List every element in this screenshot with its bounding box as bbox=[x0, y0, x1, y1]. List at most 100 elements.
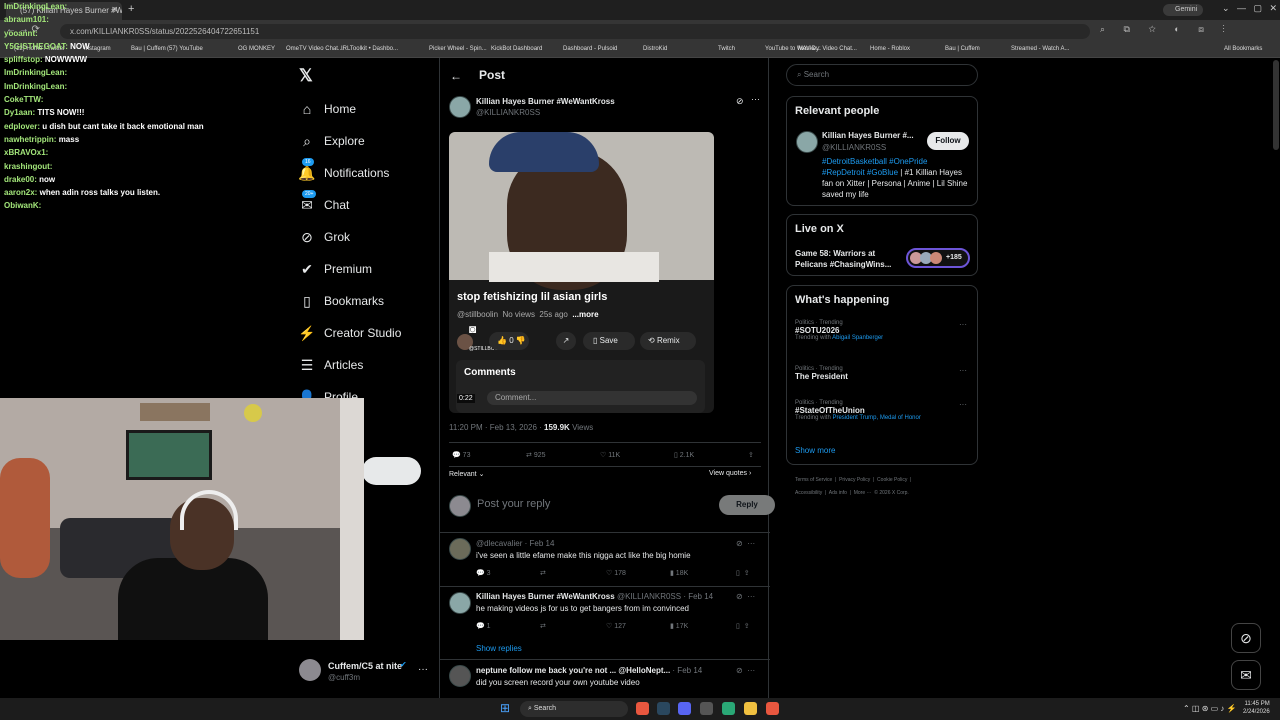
reply-reposts[interactable]: ⇄ bbox=[540, 622, 546, 630]
person-handle[interactable]: @KILLIANKR0SS bbox=[822, 143, 886, 152]
trend-more-icon[interactable]: ··· bbox=[959, 320, 967, 329]
browser-actions-icon[interactable]: ⌕ ⧉ ☆ ◐ ⧈ ⋮ bbox=[1100, 24, 1233, 35]
obs-icon[interactable] bbox=[700, 702, 713, 715]
account-menu-icon[interactable]: ··· bbox=[418, 664, 428, 675]
bookmark-item[interactable]: Streamed - Watch A... bbox=[1011, 46, 1069, 52]
steam-icon[interactable] bbox=[657, 702, 670, 715]
post-more-icon[interactable]: ··· bbox=[751, 94, 760, 104]
footer-links[interactable]: Terms of Service | Privacy Policy | Cook… bbox=[795, 477, 911, 483]
grok-icon[interactable]: ⊘ ··· bbox=[736, 666, 755, 675]
trend-item[interactable]: Politics · Trending The President ··· bbox=[795, 366, 971, 381]
reply-bookmark-share[interactable]: ▯ ⇪ bbox=[736, 622, 750, 630]
listener-avatar bbox=[930, 252, 942, 264]
reply-bookmark-share[interactable]: ▯ ⇪ bbox=[736, 569, 750, 577]
taskbar-clock[interactable]: 11:45 PM 2/24/2026 bbox=[1243, 700, 1270, 716]
trend-more-icon[interactable]: ··· bbox=[959, 366, 967, 375]
live-listeners[interactable]: +185 bbox=[906, 248, 970, 268]
person-avatar[interactable] bbox=[796, 131, 818, 153]
bookmark-item[interactable]: Monkey: Video Chat... bbox=[798, 46, 857, 52]
reply-views[interactable]: ▮ 18K bbox=[670, 569, 688, 577]
bookmark-item[interactable]: DistroKid bbox=[643, 46, 667, 52]
video-meta: @stillboolin No views 25s ago ...more bbox=[457, 310, 599, 319]
person-name[interactable]: Killian Hayes Burner #... bbox=[822, 131, 914, 140]
reply-views[interactable]: ▮ 17K bbox=[670, 622, 688, 630]
trend-item[interactable]: Politics · Trending #StateOfTheUnion Tre… bbox=[795, 400, 971, 421]
messages-fab-icon[interactable]: ✉ bbox=[1231, 660, 1261, 690]
reply-likes[interactable]: ♡ 127 bbox=[606, 622, 626, 630]
reply-avatar[interactable] bbox=[449, 665, 471, 687]
reply-replies[interactable]: 💬 1 bbox=[476, 622, 491, 630]
chat-text: TITS NOW!!! bbox=[37, 108, 85, 118]
chrome-icon[interactable] bbox=[636, 702, 649, 715]
tray-icons[interactable]: ⌃ ◫ ⊛ ▭ ♪ ⚡ bbox=[1183, 704, 1237, 713]
video-thumbnail[interactable] bbox=[449, 132, 714, 290]
reply-likes[interactable]: ♡ 178 bbox=[606, 569, 626, 577]
taskbar-search[interactable]: ⌕ Search bbox=[520, 701, 628, 717]
windows-start-icon[interactable]: ⊞ bbox=[500, 701, 510, 715]
reply-button[interactable]: Reply bbox=[719, 495, 775, 515]
view-quotes-link[interactable]: View quotes › bbox=[709, 470, 751, 477]
video-time: 0:22 bbox=[457, 394, 475, 403]
scrollbar[interactable] bbox=[1273, 60, 1279, 150]
back-arrow-icon[interactable]: ← bbox=[450, 69, 462, 83]
bookmark-item[interactable]: IRLToolkit • Dashbo... bbox=[341, 46, 398, 52]
x-logo-icon[interactable]: 𝕏 bbox=[299, 66, 313, 86]
grok-icon[interactable]: ⊘ bbox=[736, 96, 744, 107]
trend-item[interactable]: Politics · Trending #SOTU2026 Trending w… bbox=[795, 320, 971, 341]
video-remix-button[interactable]: ⟲ Remix bbox=[640, 332, 696, 350]
bookmark-item[interactable]: Twitch bbox=[718, 46, 735, 52]
post-button[interactable] bbox=[362, 457, 421, 485]
author-name[interactable]: Killian Hayes Burner #WeWantKross bbox=[476, 97, 615, 106]
show-more-link[interactable]: Show more bbox=[795, 446, 835, 455]
reply-reposts[interactable]: ⇄ bbox=[540, 569, 546, 577]
window-controls[interactable]: ⌄ — ▢ ✕ bbox=[1222, 3, 1277, 14]
reply-input[interactable]: Post your reply bbox=[477, 498, 550, 510]
author-avatar[interactable] bbox=[449, 96, 471, 118]
chat-username: CokeTTW: bbox=[4, 95, 44, 105]
like-count[interactable]: ♡ 11K bbox=[600, 451, 620, 459]
reply-replies[interactable]: 💬 3 bbox=[476, 569, 491, 577]
bookmark-item[interactable]: Picker Wheel - Spin... bbox=[429, 46, 487, 52]
gemini-button[interactable]: Gemini bbox=[1163, 4, 1203, 16]
chat-message: Y5GISTHEGOAT: NOW bbox=[4, 40, 294, 53]
all-bookmarks[interactable]: All Bookmarks bbox=[1224, 46, 1262, 52]
comment-input[interactable]: Comment... bbox=[487, 391, 697, 405]
reply-avatar[interactable] bbox=[449, 592, 471, 614]
bookmark-item[interactable]: Home - Roblox bbox=[870, 46, 910, 52]
app-icon[interactable] bbox=[722, 702, 735, 715]
follow-button[interactable]: Follow bbox=[927, 132, 969, 150]
reply-avatar[interactable] bbox=[449, 538, 471, 560]
bookmark-item[interactable]: KickBot Dashboard bbox=[491, 46, 542, 52]
video-share-button[interactable]: ↗ bbox=[556, 332, 576, 350]
footer-links-2[interactable]: Accessibility | Ads info | More ··· © 20… bbox=[795, 490, 909, 496]
folder-icon[interactable] bbox=[744, 702, 757, 715]
video-like-button[interactable]: 👍 0 👎 bbox=[489, 332, 529, 350]
relevant-sort[interactable]: Relevant ⌄ bbox=[449, 470, 484, 478]
author-handle[interactable]: @KILLIANKR0SS bbox=[476, 108, 540, 117]
listener-count: +185 bbox=[946, 254, 962, 261]
live-event[interactable]: Game 58: Warriors at Pelicans #ChasingWi… bbox=[795, 248, 903, 270]
discord-icon[interactable] bbox=[678, 702, 691, 715]
post-header-title: Post bbox=[479, 68, 506, 82]
video-save-button[interactable]: ▯ Save bbox=[583, 332, 635, 350]
reply-count[interactable]: 💬 73 bbox=[452, 451, 470, 459]
search-icon: ⌕ bbox=[797, 70, 802, 79]
grok-fab-icon[interactable]: ⊘ bbox=[1231, 623, 1261, 653]
bookmark-item[interactable]: Bau | Cuffem bbox=[945, 46, 980, 52]
account-avatar[interactable] bbox=[299, 659, 321, 681]
trend-more-icon[interactable]: ··· bbox=[959, 400, 967, 409]
chrome-icon[interactable] bbox=[766, 702, 779, 715]
grok-icon[interactable]: ⊘ ··· bbox=[736, 539, 755, 548]
grok-icon[interactable]: ⊘ ··· bbox=[736, 592, 755, 601]
chat-message: drake00: now bbox=[4, 173, 294, 186]
chat-message: edplover: u dish but cant take it back e… bbox=[4, 120, 294, 133]
share-icon[interactable]: ⇪ bbox=[748, 451, 754, 459]
video-embed[interactable]: stop fetishizing lil asian girls @stillb… bbox=[449, 132, 714, 413]
search-input[interactable]: ⌕ Search bbox=[786, 64, 978, 86]
bookmark-count[interactable]: ▯ 2.1K bbox=[674, 451, 694, 459]
bookmark-item[interactable]: OmeTV Video Chat... bbox=[286, 46, 343, 52]
show-replies-link[interactable]: Show replies bbox=[476, 644, 522, 653]
repost-count[interactable]: ⇄ 925 bbox=[526, 451, 546, 459]
search-icon: ⌕ bbox=[303, 133, 311, 149]
bookmark-item[interactable]: Dashboard - Pulsoid bbox=[563, 46, 617, 52]
